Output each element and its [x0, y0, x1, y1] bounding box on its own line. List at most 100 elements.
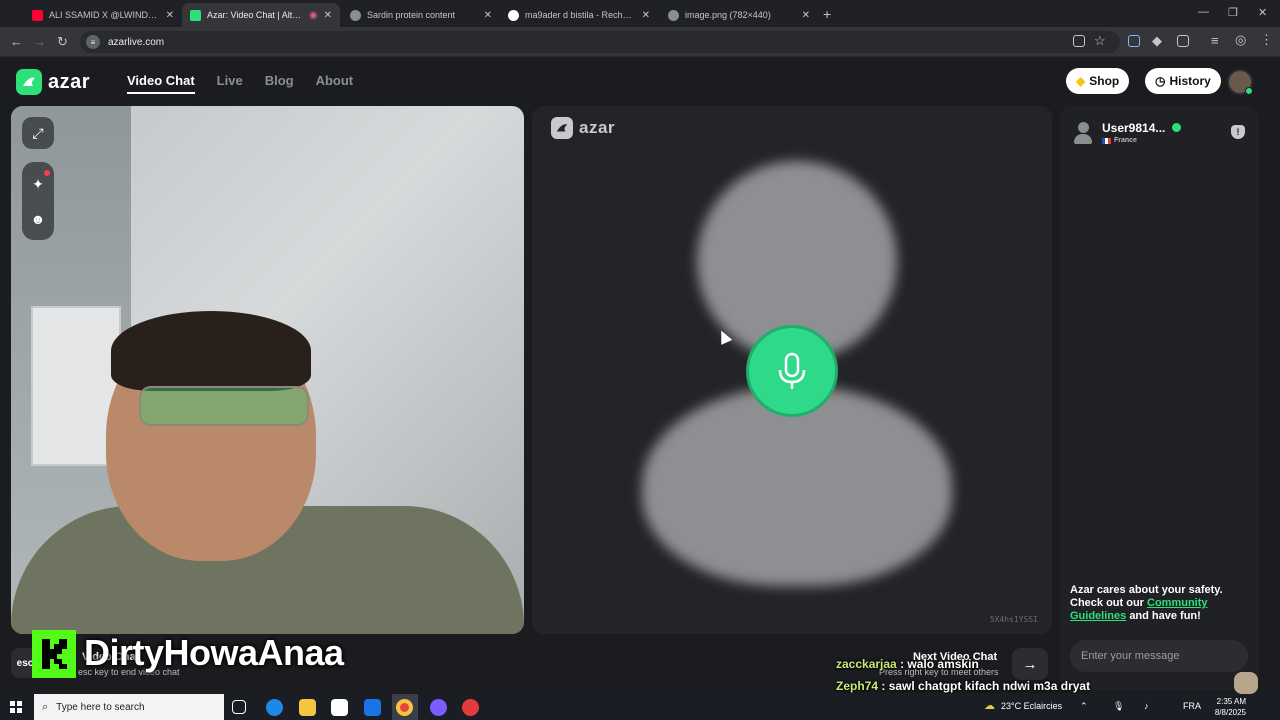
stream-chat-message: zacckarjaa : walo amskin [836, 657, 979, 671]
verified-badge-icon [1172, 123, 1181, 132]
windows-start-icon[interactable] [10, 701, 22, 713]
store-icon[interactable] [331, 699, 348, 716]
next-chat-button[interactable]: → [1012, 648, 1048, 680]
back-icon[interactable]: ← [10, 34, 23, 49]
close-tab-icon[interactable]: ✕ [642, 10, 650, 21]
voice-only-indicator [746, 325, 838, 417]
app-icon[interactable] [430, 699, 447, 716]
azar-logo[interactable]: azar [16, 69, 90, 95]
url-text: azarlive.com [108, 36, 165, 48]
main-nav: Video Chat Live Blog About [127, 73, 353, 94]
new-tab-button[interactable]: + [823, 6, 831, 22]
partner-video-panel: azar 5X4hs1YSSI [532, 106, 1052, 634]
recording-icon: ◉ [308, 9, 318, 21]
fullscreen-button[interactable]: ⤢ [22, 117, 54, 149]
partner-username[interactable]: User9814... [1102, 121, 1165, 135]
person-glasses [139, 386, 309, 426]
file-explorer-icon[interactable] [299, 699, 316, 716]
self-camera-feed [11, 106, 524, 634]
tray-chevron-icon[interactable]: ⌃ [1080, 701, 1088, 712]
clock-time: 2:35 AM [1216, 697, 1246, 706]
clock-icon: ◷ [1155, 74, 1166, 88]
chat-username: zacckarjaa [836, 657, 897, 671]
chat-text: : walo amskin [900, 657, 979, 671]
chat-username: Zeph74 [836, 679, 879, 693]
nav-live[interactable]: Live [217, 73, 243, 94]
search-placeholder: Type here to search [56, 701, 145, 713]
site-header: azar Video Chat Live Blog About ◆ Shop ◷… [0, 57, 1280, 105]
close-window-icon[interactable]: ✕ [1258, 6, 1267, 19]
report-shield-icon[interactable]: ! [1231, 125, 1245, 139]
task-view-icon[interactable] [232, 700, 246, 714]
partner-id-watermark: 5X4hs1YSSI [989, 615, 1038, 624]
cat-emote-icon [1234, 672, 1258, 694]
microphone-tray-icon[interactable]: 🎙 [1113, 701, 1124, 712]
edge-icon[interactable] [266, 699, 283, 716]
minimize-icon[interactable]: — [1198, 6, 1209, 18]
safety-line-1: Azar cares about your safety. [1070, 584, 1223, 596]
partner-logo-text: azar [579, 118, 616, 137]
history-button[interactable]: ◷ History [1145, 68, 1221, 94]
language-indicator[interactable]: FRA [1183, 701, 1201, 711]
sparkle-icon: ✦ [32, 175, 44, 192]
logo-text: azar [48, 70, 91, 93]
tab-label: image.png (782×440) [685, 10, 771, 20]
taskbar-clock[interactable]: 2:35 AM 8/8/2025 [1206, 696, 1246, 718]
tab-label: Azar: Video Chat | Alternati [207, 10, 303, 20]
esc-key-label: esc [16, 657, 34, 669]
shop-label: Shop [1089, 74, 1120, 88]
site-info-icon[interactable]: ≡ [86, 35, 100, 49]
france-flag-icon [1102, 138, 1111, 144]
browser-toolbar: ← → ↻ ≡ azarlive.com ☆ ◆ ≡ ◎ ⋮ [0, 27, 1280, 57]
cast-icon[interactable] [1073, 35, 1085, 47]
media-control-icon[interactable]: ≡ [1211, 33, 1219, 48]
taskbar-search[interactable]: ⌕ Type here to search [34, 694, 224, 720]
nav-blog[interactable]: Blog [265, 73, 294, 94]
bookmark-star-icon[interactable]: ☆ [1094, 33, 1106, 49]
nav-about[interactable]: About [316, 73, 354, 94]
extension-diamond-icon[interactable]: ◆ [1152, 33, 1162, 49]
microphone-icon [778, 352, 806, 389]
stream-chat-message: Zeph74 : sawl chatgpt kifach ndwi m3a dr… [836, 679, 1090, 693]
partner-country: France [1114, 137, 1137, 144]
reload-icon[interactable]: ↻ [57, 34, 68, 50]
stickers-button[interactable]: ☻ [22, 203, 54, 235]
more-menu-icon[interactable]: ⋮ [1260, 32, 1273, 48]
notification-dot [44, 170, 50, 176]
outlook-icon[interactable] [364, 699, 381, 716]
clock-date: 8/8/2025 [1214, 708, 1246, 717]
chat-panel: User9814... France ! Azar cares about yo… [1060, 106, 1259, 690]
browser-tab[interactable]: ma9ader d bistila - Recherche G ✕ [500, 3, 658, 27]
safety-line-2: Check out our [1070, 597, 1144, 609]
browser-tab-active[interactable]: Azar: Video Chat | Alternati ◉ ✕ [182, 3, 340, 27]
browser-tab[interactable]: image.png (782×440) ✕ [660, 3, 818, 27]
tab-label: ALI SSAMID X @LWINDofficiel [49, 10, 160, 20]
close-tab-icon[interactable]: ✕ [484, 10, 492, 21]
forward-icon[interactable]: → [33, 34, 46, 49]
diamond-icon: ◆ [1076, 74, 1086, 88]
close-tab-icon[interactable]: ✕ [166, 10, 174, 21]
close-tab-icon[interactable]: ✕ [802, 10, 810, 21]
address-bar[interactable]: ≡ azarlive.com [80, 31, 1120, 53]
browser-tab-strip: ALI SSAMID X @LWINDofficiel ✕ Azar: Vide… [0, 0, 1280, 27]
partner-azar-logo: azar [551, 117, 615, 139]
kick-logo-icon [32, 630, 76, 678]
restore-icon[interactable]: ❐ [1228, 6, 1238, 19]
globe-icon [668, 9, 679, 21]
message-input[interactable]: Enter your message [1070, 640, 1248, 672]
browser-tab[interactable]: ALI SSAMID X @LWINDofficiel ✕ [24, 3, 182, 27]
volume-icon[interactable]: ♪ [1144, 701, 1149, 711]
obs-icon[interactable] [462, 699, 479, 716]
search-icon: ⌕ [42, 700, 49, 713]
partner-avatar-icon [1074, 122, 1092, 144]
close-tab-icon[interactable]: ✕ [324, 10, 332, 21]
chrome-icon[interactable] [396, 699, 413, 716]
shop-button[interactable]: ◆ Shop [1066, 68, 1130, 94]
translate-icon[interactable] [1128, 35, 1140, 47]
safety-line-3: and have fun! [1129, 610, 1201, 622]
browser-tab[interactable]: Sardin protein content ✕ [342, 3, 500, 27]
extensions-puzzle-icon[interactable] [1177, 35, 1189, 47]
profile-icon[interactable]: ◎ [1235, 32, 1246, 48]
history-label: History [1169, 74, 1211, 88]
nav-video-chat[interactable]: Video Chat [127, 73, 195, 94]
